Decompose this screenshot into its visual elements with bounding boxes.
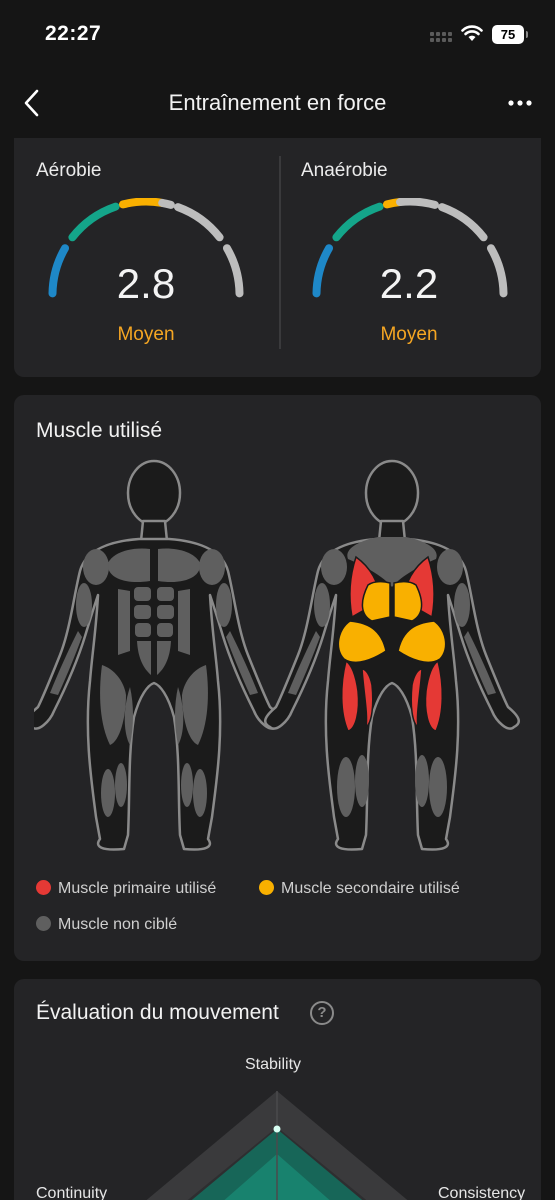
more-options-button[interactable] bbox=[505, 90, 535, 116]
untargeted-muscle-dot bbox=[36, 916, 51, 931]
anaerobic-level: Moyen bbox=[380, 324, 438, 345]
page-title: Entraînement en force bbox=[168, 90, 387, 115]
back-body-figure bbox=[263, 459, 521, 851]
muscle-map bbox=[34, 459, 521, 851]
anaerobic-label: Anaérobie bbox=[301, 160, 388, 181]
radar-axis-continuity: Continuity bbox=[36, 1185, 108, 1200]
status-bar: 22:27 75 bbox=[0, 0, 555, 70]
legend-untargeted: Muscle non ciblé bbox=[36, 916, 177, 934]
nav-bar: Entraînement en force bbox=[0, 70, 555, 136]
movement-evaluation-title: Évaluation du mouvement bbox=[36, 1001, 279, 1024]
status-time: 22:27 bbox=[45, 22, 102, 45]
muscle-section-title: Muscle utilisé bbox=[36, 419, 163, 442]
movement-radar-chart bbox=[146, 1091, 408, 1200]
secondary-muscle-dot bbox=[259, 880, 274, 895]
muscle-used-card: Muscle utilisé Muscle primaire utilisé M… bbox=[14, 395, 541, 961]
movement-evaluation-card: Évaluation du mouvement ? Stability Cont… bbox=[14, 979, 541, 1200]
anaerobic-value: 2.2 bbox=[379, 260, 439, 307]
training-effect-card: Aérobie 2.8 Moyen Anaérobie 2.2 Moyen bbox=[14, 138, 541, 377]
radar-axis-consistency: Consistency bbox=[438, 1185, 526, 1200]
anaerobic-gauge: Anaérobie 2.2 Moyen bbox=[278, 138, 541, 377]
legend-secondary: Muscle secondaire utilisé bbox=[259, 880, 460, 898]
wifi-icon bbox=[461, 25, 483, 41]
aerobic-value: 2.8 bbox=[116, 260, 176, 307]
legend-secondary-label: Muscle secondaire utilisé bbox=[281, 880, 460, 897]
primary-muscle-dot bbox=[36, 880, 51, 895]
aerobic-gauge: Aérobie 2.8 Moyen bbox=[14, 138, 277, 377]
legend-untargeted-label: Muscle non ciblé bbox=[58, 916, 178, 933]
aerobic-label: Aérobie bbox=[36, 160, 102, 181]
front-body-figure bbox=[34, 459, 283, 851]
legend-primary-label: Muscle primaire utilisé bbox=[58, 880, 217, 897]
more-dots-icon bbox=[508, 100, 532, 106]
radar-axis-stability: Stability bbox=[245, 1056, 302, 1073]
help-question-icon[interactable]: ? bbox=[310, 1001, 334, 1025]
cellular-signal-icon bbox=[430, 32, 454, 44]
legend-primary: Muscle primaire utilisé bbox=[36, 880, 216, 898]
aerobic-level: Moyen bbox=[117, 324, 175, 345]
battery-indicator: 75 bbox=[492, 25, 528, 44]
radar-stability-point bbox=[273, 1125, 281, 1133]
